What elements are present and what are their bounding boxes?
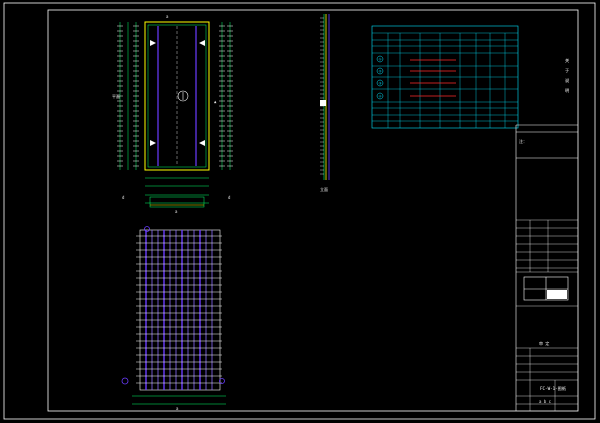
svg-text:于: 于 — [565, 68, 569, 73]
svg-text:平面: 平面 — [112, 94, 120, 99]
svg-text:明: 明 — [565, 88, 569, 94]
rebar-shape-marks — [410, 59, 456, 97]
side-note: 注： — [519, 138, 527, 144]
cad-drawing-sheet: 平面 ▲ d d a a 立面 a ①②③④ 关 于 说 明 注： 审 定 FC… — [3, 2, 596, 420]
table-row-label: ④ — [379, 94, 382, 98]
svg-text:a: a — [175, 209, 178, 214]
section-view: 立面 — [320, 14, 330, 192]
table-row-label: ② — [379, 69, 382, 73]
svg-text:▲: ▲ — [214, 99, 217, 104]
inner-frame — [47, 9, 579, 412]
svg-text:审 定: 审 定 — [539, 340, 549, 346]
svg-text:a b c: a b c — [539, 399, 552, 404]
svg-text:FC-W-1-图纸: FC-W-1-图纸 — [540, 385, 567, 392]
svg-text:说: 说 — [565, 77, 569, 84]
svg-text:a: a — [176, 406, 179, 411]
table-row-label: ① — [379, 57, 382, 61]
svg-text:d: d — [228, 195, 231, 200]
svg-text:关: 关 — [565, 57, 569, 64]
svg-text:a: a — [166, 14, 169, 19]
rebar-table: ① ② ③ ④ — [371, 25, 519, 129]
outer-frame — [3, 2, 596, 420]
svg-text:立面: 立面 — [320, 186, 328, 192]
svg-text:d: d — [122, 195, 125, 200]
table-row-label: ③ — [379, 81, 382, 85]
title-block: 注： 审 定 FC-W-1-图纸 a b c — [515, 124, 578, 411]
plan-view: 平面 ▲ d d a a — [112, 14, 233, 214]
rebar-layout: a — [121, 226, 226, 411]
